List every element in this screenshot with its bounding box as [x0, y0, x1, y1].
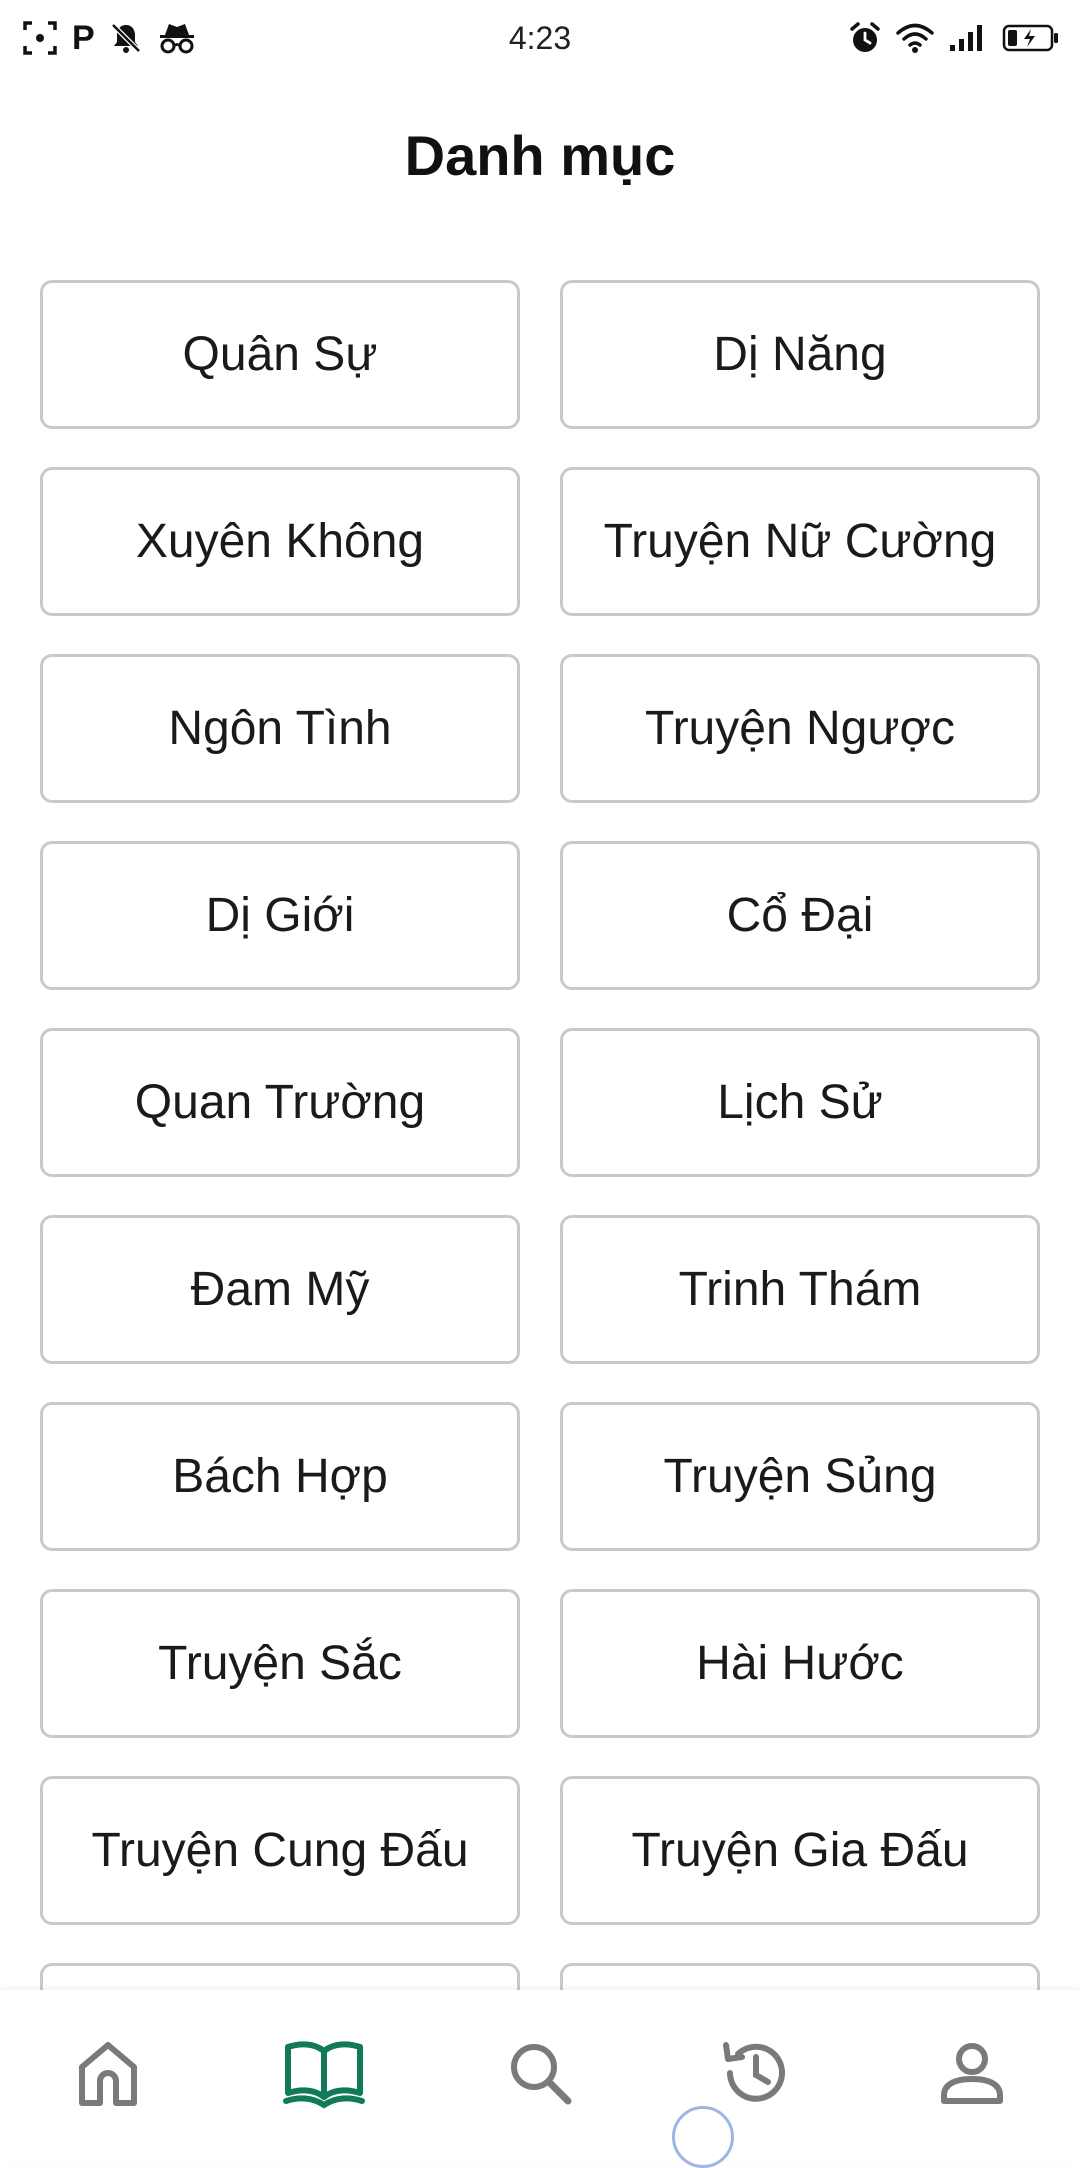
touch-indicator	[672, 2106, 734, 2168]
category-button-cung-dau[interactable]: Truyện Cung Đấu	[40, 1776, 520, 1925]
category-button-lich-su[interactable]: Lịch Sử	[560, 1028, 1040, 1177]
home-icon	[72, 2037, 144, 2114]
category-button-trinh-tham[interactable]: Trinh Thám	[560, 1215, 1040, 1364]
history-icon	[718, 2035, 794, 2116]
category-button-bach-hop[interactable]: Bách Hợp	[40, 1402, 520, 1551]
category-button-co-dai[interactable]: Cổ Đại	[560, 841, 1040, 990]
category-button-hai-huoc[interactable]: Hài Hước	[560, 1589, 1040, 1738]
category-button-gia-dau[interactable]: Truyện Gia Đấu	[560, 1776, 1040, 1925]
category-button-quan-su[interactable]: Quân Sự	[40, 280, 520, 429]
category-grid: Quân Sự Dị Năng Xuyên Không Truyện Nữ Cư…	[40, 280, 1040, 1990]
signal-icon	[948, 23, 988, 53]
bottom-nav	[0, 1990, 1080, 2160]
wifi-icon	[896, 22, 934, 54]
category-button-partial-right[interactable]	[560, 1963, 1040, 1990]
nav-profile[interactable]	[912, 2015, 1032, 2135]
category-button-sung[interactable]: Truyện Sủng	[560, 1402, 1040, 1551]
status-bar: P 4:23	[0, 0, 1080, 76]
category-button-partial-left[interactable]	[40, 1963, 520, 1990]
page-title: Danh mục	[404, 124, 676, 187]
category-button-dam-my[interactable]: Đam Mỹ	[40, 1215, 520, 1364]
book-open-icon	[282, 2035, 366, 2116]
category-button-di-gioi[interactable]: Dị Giới	[40, 841, 520, 990]
category-button-ngon-tinh[interactable]: Ngôn Tình	[40, 654, 520, 803]
nav-search[interactable]	[480, 2015, 600, 2135]
category-button-sac[interactable]: Truyện Sắc	[40, 1589, 520, 1738]
nav-home[interactable]	[48, 2015, 168, 2135]
category-grid-inner: Quân Sự Dị Năng Xuyên Không Truyện Nữ Cư…	[40, 280, 1040, 1990]
search-icon	[504, 2037, 576, 2114]
category-button-nu-cuong[interactable]: Truyện Nữ Cường	[560, 467, 1040, 616]
alarm-icon	[848, 21, 882, 55]
nav-categories[interactable]	[264, 2015, 384, 2135]
category-button-nguoc[interactable]: Truyện Ngược	[560, 654, 1040, 803]
status-right-icons	[848, 18, 1060, 58]
category-button-xuyen-khong[interactable]: Xuyên Không	[40, 467, 520, 616]
category-button-di-nang[interactable]: Dị Năng	[560, 280, 1040, 429]
battery-charging-icon	[1002, 23, 1060, 53]
category-button-quan-truong[interactable]: Quan Trường	[40, 1028, 520, 1177]
profile-icon	[936, 2037, 1008, 2114]
